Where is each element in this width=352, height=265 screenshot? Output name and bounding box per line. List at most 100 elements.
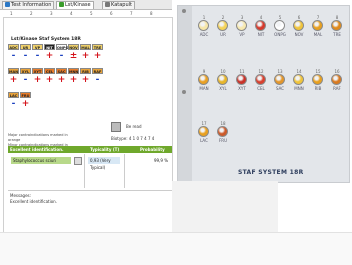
- reaction-cell-mnn[interactable]: MNN: [68, 68, 79, 74]
- info-icon: [5, 2, 10, 7]
- negative-sign: -: [11, 51, 16, 61]
- column-divider: [124, 154, 125, 188]
- reaction-cell-xyl[interactable]: XYL: [20, 68, 31, 74]
- positive-sign: +: [33, 75, 42, 85]
- reaction-grid: ADC UR VP NIT ONPG NOV MAL TRE - - - + - ± + + MAN XYL XYT…: [8, 44, 103, 129]
- column-number: 5: [90, 11, 93, 16]
- positive-sign: +: [81, 51, 90, 61]
- strip-system-label: STAF SYSTEM 18R: [238, 169, 304, 176]
- positive-sign: +: [9, 75, 18, 85]
- reaction-cell-ur[interactable]: UR: [20, 44, 31, 50]
- well-label: XYT: [238, 86, 246, 91]
- well-label: XYL: [219, 86, 227, 91]
- read-button[interactable]: [111, 122, 121, 132]
- column-number: 3: [50, 11, 53, 16]
- header-typicality: Typicality (T): [90, 147, 120, 152]
- organism-name[interactable]: Staphylococcus sciuri: [11, 157, 71, 164]
- positive-sign: +: [69, 75, 78, 85]
- column-divider: [84, 154, 85, 188]
- well-raf: [331, 74, 342, 85]
- column-number: 7: [130, 11, 133, 16]
- tab-bar: Test Information Lst/Kinase Katapult: [0, 0, 172, 10]
- weak-sign: ±: [69, 51, 78, 61]
- well-label: RIB: [314, 86, 322, 91]
- reaction-cell-adc[interactable]: ADC: [8, 44, 19, 50]
- well-label: RAF: [333, 86, 341, 91]
- negative-sign: -: [23, 75, 28, 85]
- well-label: VP: [239, 32, 245, 37]
- empty-grid-area: [0, 232, 352, 265]
- probability-value: 99,9 %: [154, 158, 168, 163]
- header-name: Excellent identification.: [10, 147, 64, 152]
- negative-sign: -: [11, 99, 16, 109]
- reaction-cell-raf[interactable]: RAF: [92, 68, 103, 74]
- identification-row: Staphylococcus sciuri 0,93 (Very Typical…: [8, 154, 172, 188]
- negative-sign: -: [59, 51, 64, 61]
- positive-sign: +: [57, 75, 66, 85]
- positive-sign: +: [81, 75, 90, 85]
- well-label: TRE: [333, 32, 341, 37]
- well-man: [198, 74, 209, 85]
- negative-sign: -: [35, 51, 40, 61]
- column-number: 8: [150, 11, 153, 16]
- well-label: NIT: [257, 32, 265, 37]
- reaction-cell-lac[interactable]: LAC: [8, 92, 19, 98]
- well-label: SAC: [275, 86, 285, 91]
- well-label: FRU: [218, 138, 227, 143]
- negative-sign: -: [95, 75, 100, 85]
- messages-label: Messages:: [10, 193, 31, 198]
- reaction-cell-tre[interactable]: TRE: [92, 44, 103, 50]
- well-label: UR: [220, 32, 226, 37]
- reaction-cell-mal[interactable]: MAL: [80, 44, 91, 50]
- well-onpg: [274, 20, 285, 31]
- well-label: MAL: [313, 32, 323, 37]
- wells: 1 ADC 2 UR 3 VP 4 NIT 5 ONPG 6 NOV 7 MAL 8 TRE 9 MAN 10 XYL…: [178, 6, 349, 182]
- positive-sign: +: [45, 75, 54, 85]
- identification-header: Excellent identification. Typicality (T)…: [8, 146, 172, 153]
- tab-katapult[interactable]: Katapult: [102, 1, 135, 9]
- well-fru: [217, 126, 228, 137]
- reaction-cell-fru[interactable]: FRU: [20, 92, 31, 98]
- well-rib: [312, 74, 323, 85]
- column-number: 6: [110, 11, 113, 16]
- well-label: LAC: [200, 138, 208, 143]
- well-cel: [255, 74, 266, 85]
- well-mnn: [293, 74, 304, 85]
- read-label: Be read: [126, 124, 142, 129]
- well-label: NOV: [294, 32, 304, 37]
- details-button[interactable]: [74, 157, 82, 165]
- reaction-cell-xyt[interactable]: XYT: [32, 68, 43, 74]
- panel-title: Lst/Kinase Staf System 18R: [11, 37, 81, 42]
- typicality-value: 0,93 (Very Typical): [88, 157, 120, 170]
- well-ur: [217, 20, 228, 31]
- well-adc: [198, 20, 209, 31]
- chart-icon: [105, 2, 110, 7]
- well-nit: [255, 20, 266, 31]
- tab-lst-kinase[interactable]: Lst/Kinase: [56, 1, 94, 9]
- column-number: 2: [30, 11, 33, 16]
- well-label: MAN: [199, 86, 209, 91]
- well-label: ADC: [199, 32, 209, 37]
- well-xyt: [236, 74, 247, 85]
- column-number: 1: [10, 11, 13, 16]
- note-major: Major contraindications marked in orange: [8, 133, 68, 142]
- reaction-cell-nov[interactable]: NOV: [68, 44, 79, 50]
- strip-image: 1 ADC 2 UR 3 VP 4 NIT 5 ONPG 6 NOV 7 MAL 8 TRE 9 MAN 10 XYL…: [177, 5, 350, 183]
- well-nov: [293, 20, 304, 31]
- reaction-cell-rib[interactable]: RIB: [80, 68, 91, 74]
- tab-test-information[interactable]: Test Information: [2, 1, 55, 9]
- reaction-cell-sac[interactable]: SAC: [56, 68, 67, 74]
- positive-sign: +: [21, 99, 30, 109]
- reaction-cell-vp[interactable]: VP: [32, 44, 43, 50]
- well-sac: [274, 74, 285, 85]
- positive-sign: +: [45, 51, 54, 61]
- empty-area: [172, 181, 278, 234]
- reaction-cell-cel[interactable]: CEL: [44, 68, 55, 74]
- well-label: ONPG: [274, 32, 286, 37]
- reaction-cell-nit[interactable]: NIT: [44, 44, 55, 50]
- column-numbers: 1 2 3 4 5 6 7 8: [8, 11, 168, 16]
- reaction-cell-man[interactable]: MAN: [8, 68, 19, 74]
- header-probability: Probability: [140, 147, 165, 152]
- reaction-cell-onpg[interactable]: ONPG: [56, 44, 68, 50]
- well-lac: [198, 126, 209, 137]
